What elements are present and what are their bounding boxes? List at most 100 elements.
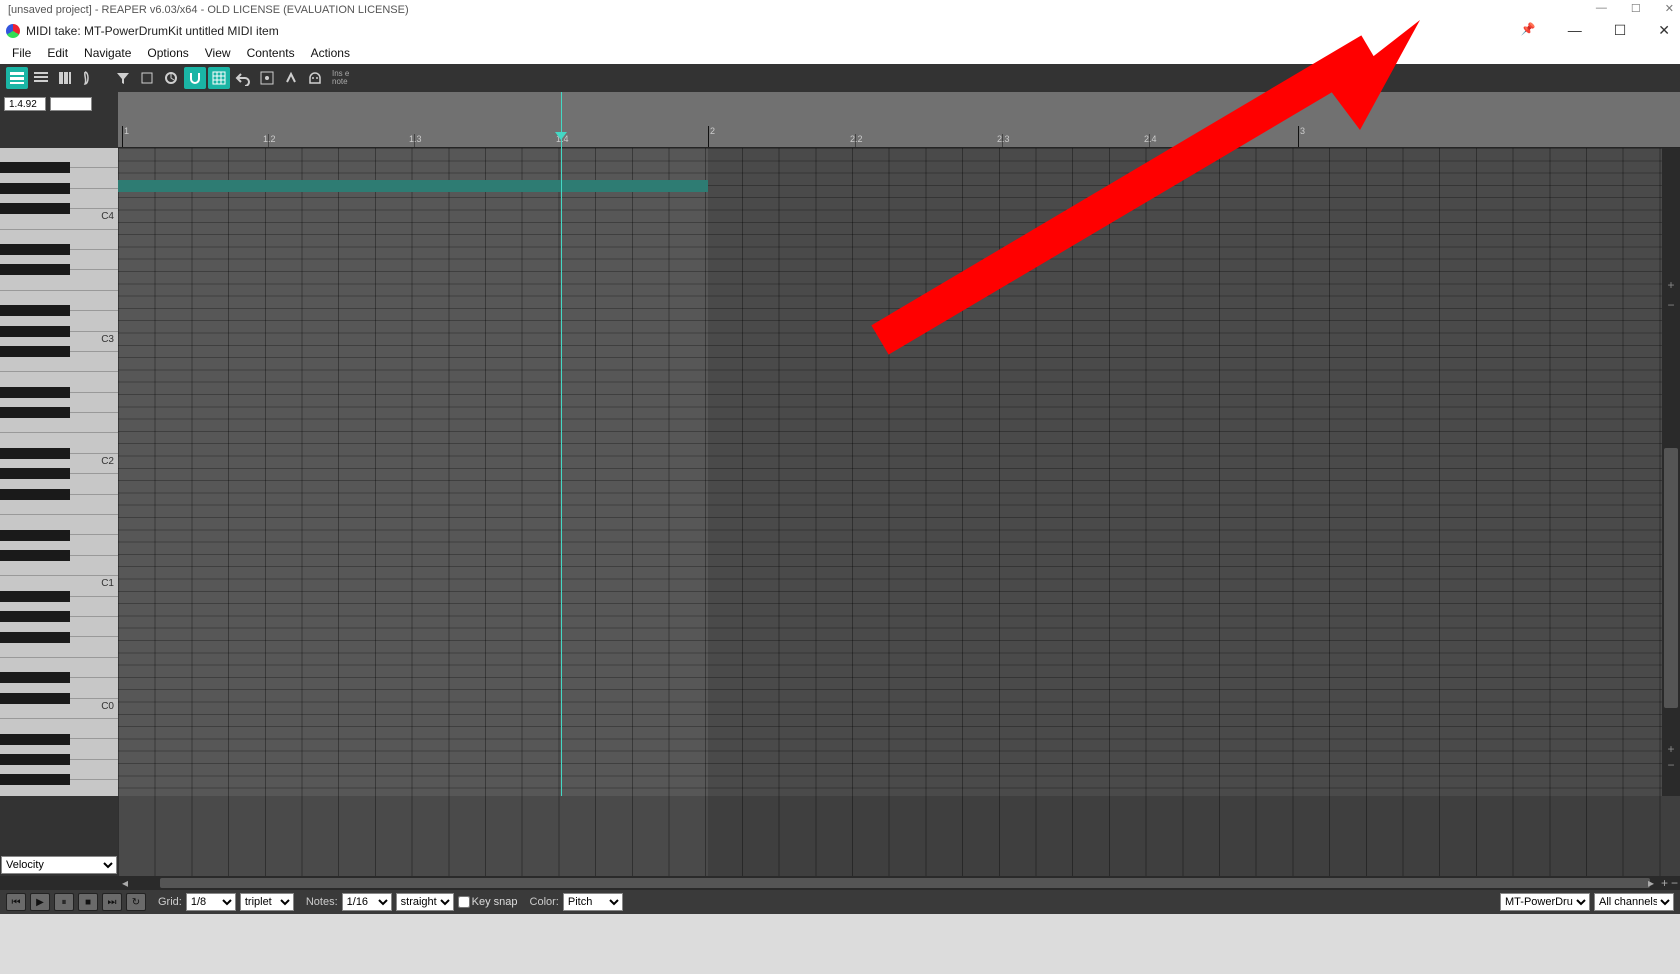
- note-grid[interactable]: [118, 148, 1662, 796]
- pause-button[interactable]: ⏸: [54, 893, 74, 911]
- color-select[interactable]: Pitch: [563, 893, 623, 911]
- piano-black-key[interactable]: [0, 734, 70, 745]
- named-notes-view-button[interactable]: [30, 67, 52, 89]
- track-select[interactable]: MT-PowerDru: [1500, 893, 1590, 911]
- piano-black-key[interactable]: [0, 489, 70, 500]
- quantize-button[interactable]: [136, 67, 158, 89]
- menu-options[interactable]: Options: [139, 44, 196, 62]
- menu-actions[interactable]: Actions: [303, 44, 358, 62]
- editor-area: 1.4.92 1231.21.31.42.22.32.4 + − + −: [0, 92, 1680, 796]
- toolbar: Ins e note: [0, 64, 1680, 92]
- notes-type-select[interactable]: straight: [396, 893, 454, 911]
- event-list-view-button[interactable]: [54, 67, 76, 89]
- timeline-ruler[interactable]: 1231.21.31.42.22.32.4: [118, 92, 1680, 148]
- menu-file[interactable]: File: [4, 44, 39, 62]
- outer-close-icon[interactable]: ✕: [1665, 2, 1674, 15]
- zoom-in-h-icon[interactable]: +: [1661, 876, 1668, 890]
- zoom-out-h-icon[interactable]: −: [1671, 876, 1678, 890]
- undo-button[interactable]: [232, 67, 254, 89]
- zoom-in-v2-icon[interactable]: +: [1665, 742, 1677, 756]
- note-grid-area[interactable]: 1231.21.31.42.22.32.4 + − + −: [118, 92, 1680, 796]
- zoom-in-v-icon[interactable]: +: [1665, 278, 1677, 292]
- midi-close-icon[interactable]: ✕: [1658, 22, 1670, 39]
- menu-contents[interactable]: Contents: [239, 44, 303, 62]
- playhead[interactable]: [561, 92, 562, 796]
- key-snap-label: Key snap: [472, 896, 518, 908]
- stop-button[interactable]: ■: [78, 893, 98, 911]
- piano-black-key[interactable]: [0, 774, 70, 785]
- outer-minimize-icon[interactable]: —: [1596, 2, 1607, 15]
- piano-black-key[interactable]: [0, 754, 70, 765]
- piano-black-key[interactable]: [0, 611, 70, 622]
- piano-keyboard[interactable]: [0, 116, 118, 796]
- filter-button[interactable]: [112, 67, 134, 89]
- menu-navigate[interactable]: Navigate: [76, 44, 139, 62]
- piano-black-key[interactable]: [0, 264, 70, 275]
- midi-maximize-icon[interactable]: ☐: [1614, 22, 1627, 39]
- piano-black-key[interactable]: [0, 468, 70, 479]
- piano-black-key[interactable]: [0, 448, 70, 459]
- piano-black-key[interactable]: [0, 326, 70, 337]
- piano-black-key[interactable]: [0, 693, 70, 704]
- reaper-app-icon: [6, 24, 20, 38]
- cc-lane-selector[interactable]: Velocity: [1, 856, 117, 874]
- cc-lane-area[interactable]: [118, 796, 1680, 876]
- step-input-button[interactable]: [280, 67, 302, 89]
- grid-button[interactable]: [208, 67, 230, 89]
- zoom-out-v-icon[interactable]: −: [1665, 298, 1677, 312]
- h-scroll-left-icon[interactable]: ◂: [122, 876, 128, 890]
- cc-select-button[interactable]: [160, 67, 182, 89]
- vertical-scrollbar[interactable]: + − + −: [1662, 148, 1680, 796]
- piano-black-key[interactable]: [0, 632, 70, 643]
- menu-bar: FileEditNavigateOptionsViewContentsActio…: [0, 42, 1680, 64]
- outer-window-titlebar: [unsaved project] - REAPER v6.03/x64 - O…: [0, 0, 1680, 20]
- cc-lane: Velocity: [0, 796, 1680, 876]
- cc-inactive-region: [708, 796, 1680, 876]
- piano-roll-view-button[interactable]: [6, 67, 28, 89]
- zoom-out-v2-icon[interactable]: −: [1665, 758, 1677, 772]
- rewind-button[interactable]: ⏮: [6, 893, 26, 911]
- length-readout: [50, 97, 92, 111]
- dock-button[interactable]: [256, 67, 278, 89]
- h-scroll-right-icon[interactable]: ▸: [1648, 876, 1654, 890]
- piano-black-key[interactable]: [0, 672, 70, 683]
- v-scroll-thumb[interactable]: [1664, 448, 1678, 708]
- piano-black-key[interactable]: [0, 183, 70, 194]
- piano-black-key[interactable]: [0, 203, 70, 214]
- piano-panel: 1.4.92: [0, 92, 118, 796]
- channel-select[interactable]: All channels: [1594, 893, 1674, 911]
- piano-black-key[interactable]: [0, 346, 70, 357]
- menu-view[interactable]: View: [197, 44, 239, 62]
- notation-view-button[interactable]: [78, 67, 100, 89]
- grid-type-select[interactable]: triplet: [240, 893, 294, 911]
- outer-window-title: [unsaved project] - REAPER v6.03/x64 - O…: [8, 4, 409, 16]
- piano-black-key[interactable]: [0, 530, 70, 541]
- pin-icon[interactable]: 📌: [1521, 22, 1536, 39]
- piano-black-key[interactable]: [0, 162, 70, 173]
- forward-button[interactable]: ⏭: [102, 893, 122, 911]
- position-readout: 1.4.92: [4, 97, 46, 111]
- snap-button[interactable]: [184, 67, 206, 89]
- piano-black-key[interactable]: [0, 550, 70, 561]
- key-snap-checkbox[interactable]: [458, 896, 470, 908]
- notes-value-select[interactable]: 1/16: [342, 893, 392, 911]
- midi-note[interactable]: [118, 180, 708, 192]
- h-scroll-thumb[interactable]: [160, 878, 1650, 888]
- outer-maximize-icon[interactable]: ☐: [1631, 2, 1641, 15]
- color-label: Color:: [530, 896, 559, 908]
- piano-black-key[interactable]: [0, 305, 70, 316]
- grid-label: Grid:: [158, 896, 182, 908]
- piano-black-key[interactable]: [0, 407, 70, 418]
- play-button[interactable]: ▶: [30, 893, 50, 911]
- grid-value-select[interactable]: 1/8: [186, 893, 236, 911]
- menu-edit[interactable]: Edit: [39, 44, 76, 62]
- midi-window-title: MIDI take: MT-PowerDrumKit untitled MIDI…: [26, 24, 279, 38]
- horizontal-scrollbar[interactable]: ◂ ▸ + −: [0, 876, 1680, 890]
- midi-minimize-icon[interactable]: —: [1568, 22, 1582, 39]
- piano-black-key[interactable]: [0, 244, 70, 255]
- piano-black-key[interactable]: [0, 591, 70, 602]
- piano-black-key[interactable]: [0, 387, 70, 398]
- loop-button[interactable]: ↻: [126, 893, 146, 911]
- midi-input-button[interactable]: [304, 67, 326, 89]
- inactive-region: [708, 148, 1662, 796]
